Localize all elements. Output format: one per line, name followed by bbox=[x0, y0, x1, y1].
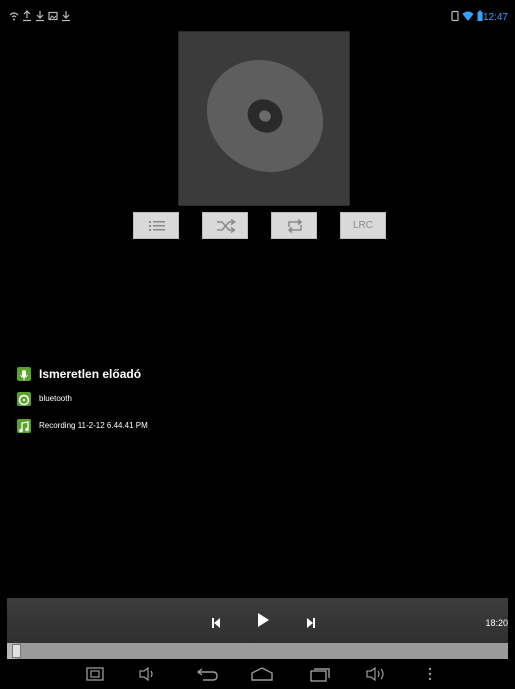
artist-row: Ismeretlen előadó bbox=[17, 367, 317, 383]
screenshot-icon bbox=[86, 667, 104, 681]
track-title: Recording 11-2-12 6.44.41 PM bbox=[39, 421, 148, 430]
playlist-icon bbox=[149, 221, 165, 231]
status-clock: 12:47 bbox=[482, 12, 508, 23]
volume-down-icon bbox=[139, 666, 153, 682]
back-button[interactable] bbox=[195, 666, 221, 686]
recent-apps-button[interactable] bbox=[308, 666, 332, 686]
music-note-icon bbox=[17, 419, 31, 433]
back-icon bbox=[196, 668, 218, 681]
recent-apps-icon bbox=[310, 668, 330, 682]
playback-panel: 18:20 bbox=[7, 598, 508, 644]
album-icon bbox=[17, 392, 31, 406]
home-icon bbox=[251, 667, 273, 681]
status-bar: 12:47 bbox=[7, 6, 508, 28]
disc-icon bbox=[206, 59, 324, 173]
next-icon bbox=[307, 618, 315, 628]
lyrics-label: LRC bbox=[352, 220, 373, 231]
repeat-icon bbox=[287, 218, 303, 234]
volume-up-icon bbox=[366, 666, 384, 682]
elapsed-time: 18:20 bbox=[485, 618, 508, 628]
repeat-button[interactable] bbox=[271, 212, 317, 239]
album-name: bluetooth bbox=[39, 394, 72, 403]
title-row: Recording 11-2-12 6.44.41 PM bbox=[17, 419, 317, 435]
download-icon bbox=[35, 10, 45, 22]
previous-icon bbox=[212, 618, 220, 628]
screen: 12:47 LRC Ismeretlen előadó bluetooth Re… bbox=[7, 6, 508, 689]
album-art bbox=[178, 31, 350, 206]
upload-icon bbox=[22, 10, 32, 22]
download-icon bbox=[61, 10, 71, 22]
sim-icon bbox=[450, 10, 460, 22]
shuffle-button[interactable] bbox=[202, 212, 248, 239]
screenshot-button[interactable] bbox=[84, 666, 106, 686]
volume-up-button[interactable] bbox=[364, 666, 388, 686]
menu-button[interactable] bbox=[425, 666, 435, 686]
playlist-button[interactable] bbox=[133, 212, 179, 239]
lyrics-button[interactable]: LRC bbox=[340, 212, 386, 239]
progress-slider[interactable] bbox=[7, 643, 508, 659]
menu-icon bbox=[428, 667, 432, 681]
navigation-bar bbox=[7, 659, 508, 689]
play-icon bbox=[258, 613, 269, 627]
artist-name: Ismeretlen előadó bbox=[39, 367, 142, 381]
previous-button[interactable] bbox=[210, 614, 222, 633]
wifi-icon bbox=[9, 10, 19, 22]
home-button[interactable] bbox=[249, 666, 275, 686]
wifi-signal-icon bbox=[462, 10, 474, 22]
play-button[interactable] bbox=[256, 612, 270, 632]
microphone-icon bbox=[17, 367, 31, 381]
shuffle-icon bbox=[217, 218, 236, 234]
volume-down-button[interactable] bbox=[137, 666, 159, 686]
next-button[interactable] bbox=[305, 614, 317, 633]
progress-thumb[interactable] bbox=[12, 644, 21, 658]
image-icon bbox=[48, 10, 58, 22]
album-row: bluetooth bbox=[17, 392, 317, 408]
